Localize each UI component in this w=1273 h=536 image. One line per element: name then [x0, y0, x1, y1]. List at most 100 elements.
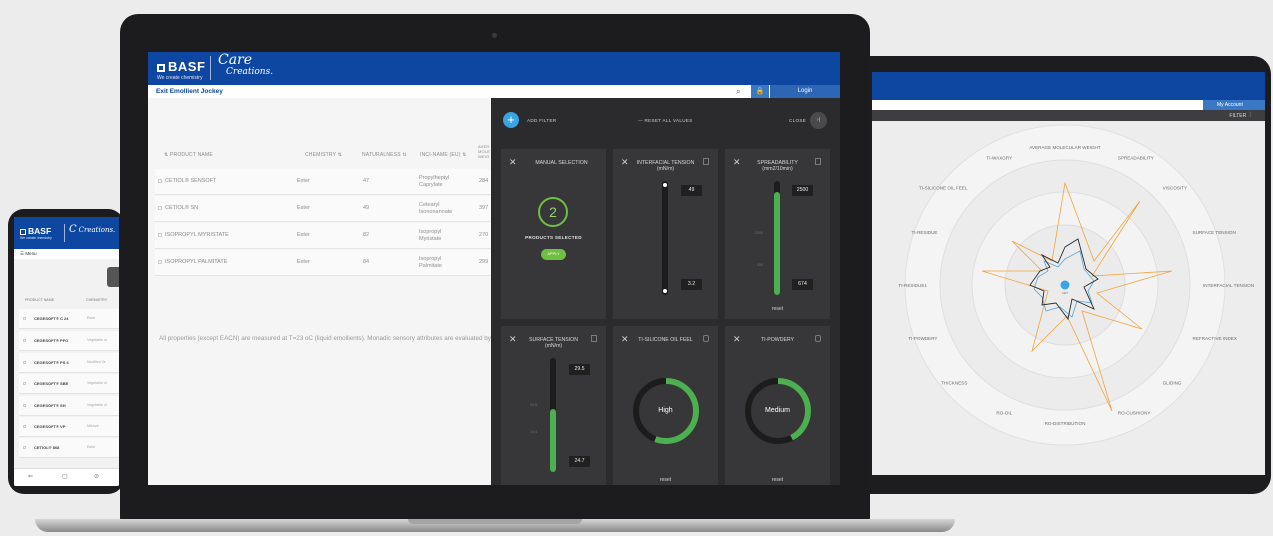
radar-axis-label: RO-OIL — [996, 411, 1012, 416]
tablet-screen: My Account FILTER ⫶ AVERAGE MOLECULAR WEI… — [872, 72, 1265, 475]
ave-value: 397 — [479, 205, 489, 211]
slider-handle-bottom[interactable] — [663, 289, 667, 293]
product-name[interactable]: ISOPROPYL MYRISTATE — [165, 232, 229, 238]
header-product[interactable]: ⇅ PRODUCT NAME — [164, 152, 213, 158]
min-value[interactable]: 3.2 — [681, 279, 702, 290]
max-value[interactable]: 49 — [681, 185, 702, 196]
spreadability-slider-track[interactable] — [774, 181, 780, 295]
surface-slider-track[interactable] — [550, 358, 556, 472]
max-value[interactable]: 2500 — [792, 185, 813, 196]
care-creations-logo[interactable]: C Creations. — [69, 225, 115, 235]
reset-link[interactable]: reset — [725, 477, 830, 483]
spreadability-card: ✕ SPREADABILITY (mm2/10min) 2500 350 2500… — [725, 149, 830, 319]
list-item[interactable]: CEGESOFT® VP Mixture — [19, 417, 119, 437]
apply-button[interactable]: APPLY — [541, 249, 566, 260]
row-checkbox[interactable] — [23, 361, 26, 364]
list-item[interactable]: CEGESOFT® PFO Vegetable oi — [19, 331, 119, 351]
product-name[interactable]: ISOPROPYL PALMITATE — [165, 259, 227, 265]
header-naturalness[interactable]: NATURALNESS ⇅ — [362, 152, 407, 158]
home-icon[interactable]: ▢ — [62, 473, 68, 480]
basf-logo[interactable]: BASF We create chemistry — [157, 59, 205, 81]
table-row[interactable]: ISOPROPYL PALMITATE Ester 84 Isopropyl P… — [155, 250, 491, 276]
manual-selection-card: ✕ MANUAL SELECTION 2 PRODUCTS SELECTED A… — [501, 149, 606, 319]
radar-axis-label: SURFACE TENSION — [1193, 230, 1236, 235]
compass-icon[interactable]: ⊘ — [94, 473, 99, 480]
sliders-icon[interactable]: ⫶ — [1249, 112, 1251, 119]
reset-link[interactable]: reset — [725, 306, 830, 312]
hamburger-icon[interactable]: ☰ — [20, 251, 24, 256]
slider-mark: 2500 — [755, 231, 763, 235]
laptop-notch — [408, 519, 582, 524]
header-average[interactable]: AVER MOLE WEIG — [478, 144, 490, 159]
slider-handle-top[interactable] — [663, 183, 667, 187]
list-item[interactable]: CEGESOFT® SH Vegetable oi — [19, 396, 119, 416]
selected-label: PRODUCTS SELECTED — [525, 235, 582, 240]
radar-axis-label: RO-CUSHIONY — [1118, 411, 1151, 416]
radar-axis-label: REFRACTIVE INDEX — [1193, 336, 1237, 341]
logo-divider — [64, 224, 65, 242]
lock-icon: 🔒 — [751, 85, 769, 98]
collapse-icon[interactable]: ›| — [810, 112, 827, 129]
add-filter-button[interactable]: + — [503, 112, 519, 128]
menu-bar[interactable]: ☰ Menu — [14, 249, 119, 259]
chemistry-value: Ester — [297, 178, 310, 184]
list-item[interactable]: CEGESOFT® PS 6 Modified Ve — [19, 353, 119, 373]
min-value[interactable]: 24.7 — [569, 456, 590, 467]
filter-button[interactable]: FILTER — [1229, 113, 1246, 119]
row-checkbox[interactable] — [158, 233, 162, 237]
phone-side-tab[interactable] — [107, 267, 119, 287]
reset-link[interactable]: reset — [613, 477, 718, 483]
min-value[interactable]: 674 — [792, 279, 813, 290]
header-product[interactable]: PRODUCT NAME — [25, 298, 54, 302]
row-checkbox[interactable] — [158, 179, 162, 183]
radar-axis-label: TI-RESIDUE — [911, 230, 937, 235]
care-creations-logo[interactable]: Care Creations. — [218, 53, 273, 78]
row-checkbox[interactable] — [23, 317, 26, 320]
add-filter-label[interactable]: ADD FILTER — [527, 118, 556, 123]
table-row[interactable]: CETIOL® SN Ester 49 Cetearyl Isononanoat… — [155, 196, 491, 222]
row-checkbox[interactable] — [158, 260, 162, 264]
my-account-button[interactable]: My Account — [1203, 100, 1265, 110]
row-checkbox[interactable] — [23, 446, 26, 449]
card-title: INTERFACIAL TENSION (mN/m) — [636, 160, 695, 172]
slider-mark: 29.5 — [530, 403, 537, 407]
close-label[interactable]: CLOSE — [789, 118, 806, 123]
header-chemistry[interactable]: CHEMISTRY ⇅ — [305, 152, 342, 158]
header-inci[interactable]: INCI-NAME (EU) ⇅ — [420, 152, 467, 158]
table-row[interactable]: ISOPROPYL MYRISTATE Ester 82 Isopropyl M… — [155, 223, 491, 249]
list-item[interactable]: CETIOL® 868 Ester — [19, 438, 119, 458]
tablet-search-bar[interactable]: My Account — [872, 100, 1265, 110]
surface-tension-card: ✕ SURFACE TENSION (mN/m) 29.5 24.4 29.5 2… — [501, 326, 606, 485]
phone-header: BASF We create chemistry C Creations. — [14, 217, 119, 249]
back-icon[interactable]: ⇐ — [28, 473, 33, 480]
basf-square-icon — [157, 64, 165, 72]
inci-value: Isopropyl Myristate — [419, 229, 442, 242]
radar-axis-label: RO-DISTRIBUTION — [1045, 421, 1086, 426]
product-name[interactable]: CETIOL® SN — [165, 205, 198, 211]
radar-axis-label: TI-RESIDUE1 — [898, 283, 927, 288]
max-value[interactable]: 29.5 — [569, 364, 590, 375]
header-chemistry[interactable]: CHEMISTRY — [86, 298, 107, 302]
product-name[interactable]: CETIOL® SENSOFT — [165, 178, 216, 184]
reset-all-button[interactable]: — RESET ALL VALUES — [638, 118, 693, 123]
dial-value: Medium — [765, 407, 790, 414]
app-header: BASF We create chemistry Care Creations. — [148, 52, 840, 85]
exit-link[interactable]: Exit Emollient Jockey — [156, 88, 223, 95]
row-checkbox[interactable] — [23, 339, 26, 342]
radar-axis-label: INTERFACIAL TENSION — [1203, 283, 1254, 288]
inci-value: Isopropyl Palmitate — [419, 256, 442, 269]
table-row[interactable]: CETIOL® SENSOFT Ester 47 Propylheptyl Ca… — [155, 169, 491, 195]
row-checkbox[interactable] — [23, 404, 26, 407]
search-icon[interactable]: ⌕ — [736, 87, 740, 97]
list-item[interactable]: CEGESOFT® SBE Vegetable oi — [19, 374, 119, 394]
list-item[interactable]: CEGESOFT® C 24 Ester — [19, 309, 119, 329]
row-checkbox[interactable] — [23, 382, 26, 385]
login-button[interactable]: Login — [770, 85, 840, 98]
row-checkbox[interactable] — [158, 206, 162, 210]
logo-tagline: We create chemistry — [157, 75, 203, 81]
row-checkbox[interactable] — [23, 425, 26, 428]
inci-value: Propylheptyl Caprylate — [419, 175, 450, 188]
tablet-header — [872, 72, 1265, 100]
basf-logo[interactable]: BASF — [20, 226, 51, 236]
interfacial-slider-track[interactable] — [662, 181, 668, 295]
